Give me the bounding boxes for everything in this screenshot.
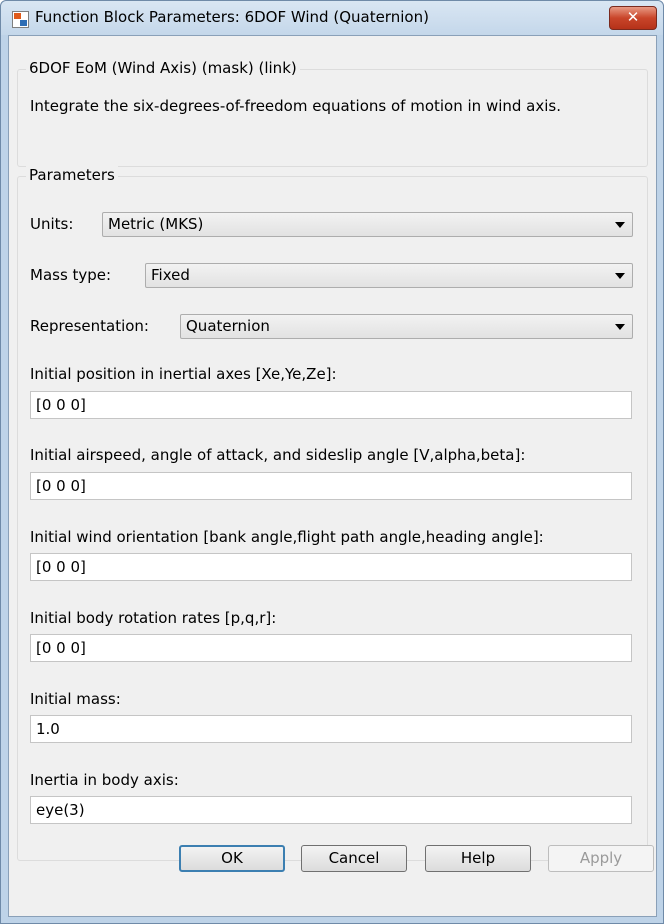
units-value: Metric (MKS) xyxy=(108,215,204,233)
initial-mass-label: Initial mass: xyxy=(30,690,121,708)
initial-wind-orientation-field[interactable]: [0 0 0] xyxy=(30,553,632,581)
chevron-down-icon xyxy=(615,222,625,228)
cancel-button[interactable]: Cancel xyxy=(301,845,407,872)
dialog-window: Function Block Parameters: 6DOF Wind (Qu… xyxy=(0,0,664,924)
representation-label: Representation: xyxy=(30,317,149,335)
mask-description-group: 6DOF EoM (Wind Axis) (mask) (link) Integ… xyxy=(17,59,648,167)
parameters-group: Parameters Units: Metric (MKS) Mass type… xyxy=(17,166,648,861)
dialog-client-area: 6DOF EoM (Wind Axis) (mask) (link) Integ… xyxy=(8,35,657,917)
mask-group-title: 6DOF EoM (Wind Axis) (mask) (link) xyxy=(26,59,300,77)
chevron-down-icon xyxy=(615,273,625,279)
initial-body-rates-field[interactable]: [0 0 0] xyxy=(30,634,632,662)
initial-mass-field[interactable]: 1.0 xyxy=(30,715,632,743)
representation-dropdown[interactable]: Quaternion xyxy=(180,314,633,339)
units-dropdown[interactable]: Metric (MKS) xyxy=(102,212,633,237)
simulink-block-icon xyxy=(12,11,29,28)
inertia-label: Inertia in body axis: xyxy=(30,771,179,789)
mask-description: Integrate the six-degrees-of-freedom equ… xyxy=(30,97,562,115)
parameters-group-title: Parameters xyxy=(26,166,118,184)
help-button[interactable]: Help xyxy=(425,845,531,872)
apply-button[interactable]: Apply xyxy=(548,845,654,872)
inertia-field[interactable]: eye(3) xyxy=(30,796,632,824)
initial-body-rates-label: Initial body rotation rates [p,q,r]: xyxy=(30,609,277,627)
close-button[interactable]: ✕ xyxy=(609,6,657,30)
initial-position-label: Initial position in inertial axes [Xe,Ye… xyxy=(30,365,337,383)
initial-wind-orientation-label: Initial wind orientation [bank angle,fli… xyxy=(30,528,544,546)
title-bar[interactable]: Function Block Parameters: 6DOF Wind (Qu… xyxy=(1,1,663,35)
chevron-down-icon xyxy=(615,324,625,330)
mass-type-value: Fixed xyxy=(151,266,190,284)
initial-airspeed-field[interactable]: [0 0 0] xyxy=(30,472,632,500)
units-label: Units: xyxy=(30,215,74,233)
representation-value: Quaternion xyxy=(186,317,270,335)
initial-position-field[interactable]: [0 0 0] xyxy=(30,391,632,419)
mass-type-label: Mass type: xyxy=(30,266,112,284)
window-title: Function Block Parameters: 6DOF Wind (Qu… xyxy=(35,8,429,26)
initial-airspeed-label: Initial airspeed, angle of attack, and s… xyxy=(30,446,526,464)
ok-button[interactable]: OK xyxy=(179,845,285,872)
mass-type-dropdown[interactable]: Fixed xyxy=(145,263,633,288)
